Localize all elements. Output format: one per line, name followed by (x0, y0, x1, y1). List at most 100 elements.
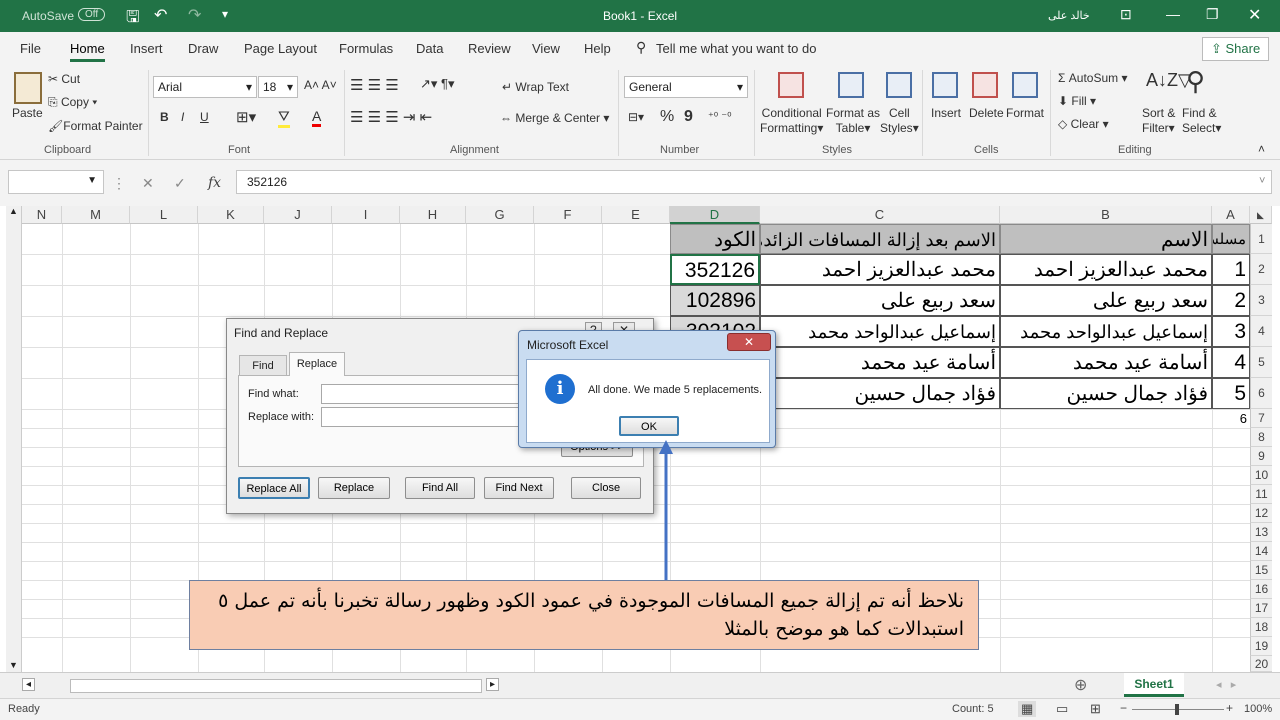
currency-icon[interactable]: ⊟▾ (628, 110, 644, 124)
decimal-icons[interactable]: ⁺⁰ ⁻⁰ (708, 110, 732, 123)
delete-cells-button[interactable]: Delete (969, 106, 1004, 120)
borders-icon[interactable]: ⊞▾ (236, 108, 256, 126)
column-header-j[interactable]: J (264, 206, 332, 224)
expand-formula-icon[interactable]: ˅ (1259, 175, 1265, 187)
insert-function-button[interactable]: fx (208, 175, 221, 191)
fill-button[interactable]: ⬇ Fill ▾ (1058, 94, 1096, 108)
ok-button[interactable]: OK (619, 416, 679, 436)
cancel-icon[interactable]: ✕ (142, 175, 154, 192)
row-header[interactable]: 6 (1250, 378, 1272, 409)
row-header[interactable]: 15 (1250, 561, 1272, 580)
column-header-g[interactable]: G (466, 206, 534, 224)
vertical-scrollbar[interactable]: ▲ ▼ (6, 206, 22, 672)
zoom-in-icon[interactable]: + (1226, 701, 1233, 715)
cell-d3[interactable]: 102896 (670, 285, 760, 316)
row-header[interactable]: 12 (1250, 504, 1272, 523)
cell-c5[interactable]: أسامة عيد محمد (760, 347, 1000, 378)
format-as-table-icon[interactable] (838, 72, 864, 98)
horizontal-scrollbar[interactable] (70, 679, 482, 693)
cell-c2[interactable]: محمد عبدالعزيز احمد (760, 254, 1000, 285)
magnifier-icon[interactable]: ⚲ (1186, 66, 1205, 97)
tab-insert[interactable]: Insert (130, 41, 163, 56)
clear-button[interactable]: ◇ Clear ▾ (1058, 117, 1109, 131)
cut-button[interactable]: ✂ Cut (48, 72, 80, 86)
format-painter-button[interactable]: 🖌Format Painter (48, 119, 143, 133)
cell-a7[interactable]: 6 (1212, 409, 1250, 428)
row-header[interactable]: 19 (1250, 637, 1272, 656)
close-icon[interactable]: ✕ (727, 333, 771, 351)
font-name-select[interactable]: Arial ▾ (153, 76, 257, 98)
sheet-nav-icons[interactable]: ◂ ▸ (1216, 678, 1236, 691)
column-header-e[interactable]: E (602, 206, 670, 224)
font-size-select[interactable]: 18 ▾ (258, 76, 298, 98)
zoom-level[interactable]: 100% (1244, 703, 1272, 715)
scroll-down-icon[interactable]: ▼ (9, 660, 18, 670)
row-header[interactable]: 5 (1250, 347, 1272, 378)
new-sheet-icon[interactable]: ⊕ (1074, 675, 1087, 695)
scroll-up-icon[interactable]: ▲ (9, 206, 18, 216)
row-header[interactable]: 1 (1250, 224, 1272, 254)
fill-color-icon[interactable]: ⛛ (278, 108, 290, 128)
cell-c3[interactable]: سعد ربيع على (760, 285, 1000, 316)
column-header-h[interactable]: H (400, 206, 466, 224)
row-header[interactable]: 20 (1250, 656, 1272, 672)
sort-filter-button[interactable]: Sort & Filter▾ (1142, 106, 1175, 136)
sort-filter-icon[interactable]: A↓Z▽ (1146, 70, 1192, 91)
paste-icon[interactable] (14, 72, 42, 104)
row-header[interactable]: 4 (1250, 316, 1272, 347)
cell-b2[interactable]: محمد عبدالعزيز احمد (1000, 254, 1212, 285)
cell-styles-icon[interactable] (886, 72, 912, 98)
row-header[interactable]: 16 (1250, 580, 1272, 599)
cell-b5[interactable]: أسامة عيد محمد (1000, 347, 1212, 378)
tab-home[interactable]: Home (70, 41, 105, 62)
insert-cells-icon[interactable] (932, 72, 958, 98)
tell-me-input[interactable]: Tell me what you want to do (656, 41, 816, 56)
font-grow-shrink-icon[interactable]: A˄ A˅ (304, 78, 337, 92)
conditional-formatting-button[interactable]: Conditional Formatting▾ (760, 106, 823, 136)
row-header[interactable]: 18 (1250, 618, 1272, 637)
row-header[interactable]: 3 (1250, 285, 1272, 316)
format-cells-button[interactable]: Format (1006, 106, 1044, 120)
tab-help[interactable]: Help (584, 41, 611, 56)
user-name[interactable]: خالد على (1048, 9, 1090, 22)
close-window-icon[interactable]: ✕ (1248, 5, 1261, 25)
redo-icon[interactable]: ↷ (188, 5, 201, 25)
cell-a3[interactable]: 2 (1212, 285, 1250, 316)
cell-b6[interactable]: فؤاد جمال حسين (1000, 378, 1212, 409)
italic-button[interactable]: I (181, 110, 184, 124)
tab-draw[interactable]: Draw (188, 41, 218, 56)
format-as-table-button[interactable]: Format as Table▾ (826, 106, 880, 136)
format-cells-icon[interactable] (1012, 72, 1038, 98)
paste-button[interactable]: Paste (12, 106, 43, 120)
ribbon-display-icon[interactable]: ⊡ (1120, 6, 1132, 23)
maximize-icon[interactable]: ❐ (1206, 6, 1219, 23)
column-header-c[interactable]: C (760, 206, 1000, 224)
column-header-l[interactable]: L (130, 206, 198, 224)
underline-button[interactable]: U (200, 110, 209, 124)
delete-cells-icon[interactable] (972, 72, 998, 98)
column-header-n[interactable]: N (22, 206, 62, 224)
minimize-icon[interactable]: — (1166, 6, 1180, 22)
column-header-m[interactable]: M (62, 206, 130, 224)
find-next-button[interactable]: Find Next (484, 477, 554, 499)
number-format-select[interactable]: General ▾ (624, 76, 748, 98)
undo-icon[interactable]: ↶ (154, 5, 167, 25)
column-header-i[interactable]: I (332, 206, 400, 224)
cell-a5[interactable]: 4 (1212, 347, 1250, 378)
close-button[interactable]: Close (571, 477, 641, 499)
page-break-view-icon[interactable]: ⊞ (1090, 701, 1101, 717)
font-color-icon[interactable]: A (312, 108, 322, 127)
row-header[interactable]: 10 (1250, 466, 1272, 485)
scroll-right-icon[interactable]: ▸ (486, 678, 500, 691)
sheet-tab-sheet1[interactable]: Sheet1 (1124, 673, 1184, 697)
row-header[interactable]: 11 (1250, 485, 1272, 504)
cell-c1[interactable]: الاسم بعد إزالة المسافات الزائدة (760, 224, 1000, 254)
find-all-button[interactable]: Find All (405, 477, 475, 499)
row-header[interactable]: 2 (1250, 254, 1272, 285)
orientation-icon[interactable]: ↗▾ ¶▾ (420, 76, 455, 92)
conditional-formatting-icon[interactable] (778, 72, 804, 98)
replace-all-button[interactable]: Replace All (238, 477, 310, 499)
tab-data[interactable]: Data (416, 41, 443, 56)
autosum-button[interactable]: Σ AutoSum ▾ (1058, 71, 1127, 85)
cell-c6[interactable]: فؤاد جمال حسين (760, 378, 1000, 409)
